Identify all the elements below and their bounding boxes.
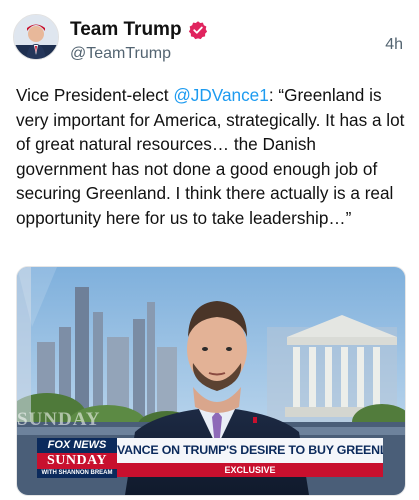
logo-bottom-text: WITH SHANNON BREAM	[37, 469, 117, 478]
author-name-row[interactable]: Team Trump	[70, 19, 208, 41]
author-name[interactable]: Team Trump	[70, 19, 182, 41]
author-handle[interactable]: @TeamTrump	[70, 45, 171, 63]
mention-link[interactable]: @JDVance1	[173, 85, 268, 105]
logo-top-text: FOX NEWS	[37, 438, 117, 453]
verified-badge-icon	[188, 21, 207, 40]
chyron-headline: VANCE ON TRUMP'S DESIRE TO BUY GREENLAND	[117, 438, 383, 463]
tweet-text-lead: Vice President-elect	[16, 85, 174, 105]
avatar-photo-icon	[14, 15, 58, 59]
avatar[interactable]	[13, 14, 59, 60]
fox-news-sunday-logo: FOX NEWS SUNDAY WITH SHANNON BREAM	[37, 438, 117, 478]
media-image[interactable]: SUNDAY FOX NEWS SUNDAY WITH SHANNON BREA…	[16, 266, 406, 496]
chyron-tag: EXCLUSIVE	[117, 463, 383, 477]
post-card[interactable]: Team Trump @TeamTrump 4h Vice President-…	[0, 0, 419, 500]
post-timestamp[interactable]: 4h	[385, 36, 403, 54]
watermark-text: SUNDAY	[17, 409, 101, 430]
tweet-text: Vice President-elect @JDVance1: “Greenla…	[16, 83, 408, 230]
tweet-text-body: : “Greenland is very important for Ameri…	[16, 85, 405, 228]
logo-mid-text: SUNDAY	[37, 453, 117, 469]
